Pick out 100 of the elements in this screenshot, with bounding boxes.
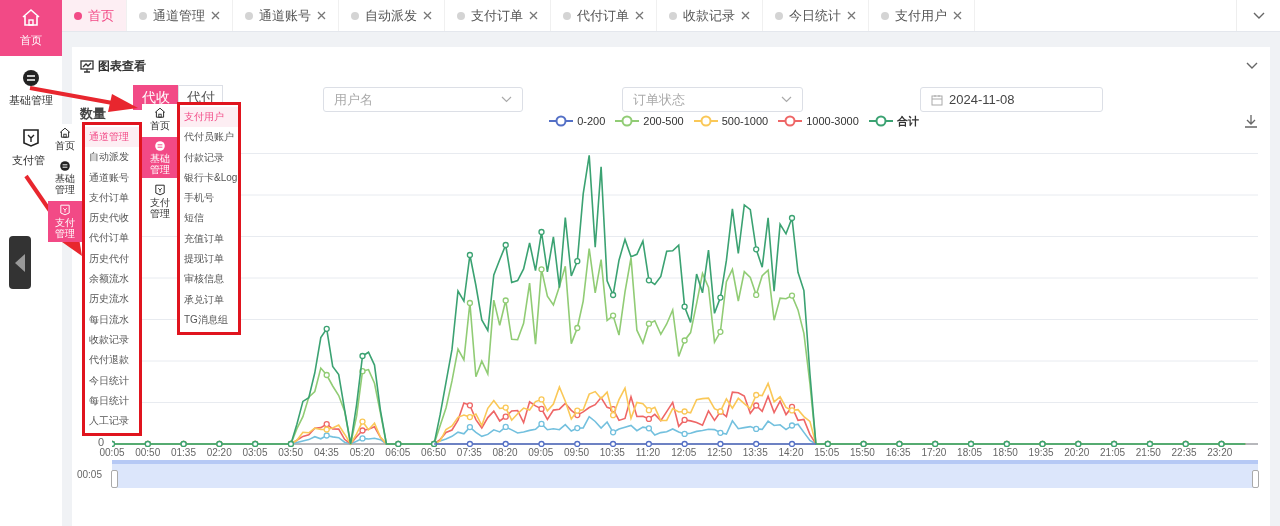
menu-item[interactable]: 审核信息 xyxy=(180,269,238,290)
slider-handle[interactable] xyxy=(1252,470,1259,488)
close-icon[interactable] xyxy=(847,11,856,20)
close-icon[interactable] xyxy=(211,11,220,20)
menu-item[interactable]: 通道账号 xyxy=(85,167,139,188)
menu-item[interactable]: 每日流水 xyxy=(85,309,139,330)
status-dot-icon xyxy=(457,11,465,20)
axis-label: 14:20 xyxy=(777,447,805,458)
tab-label: 自动派发 xyxy=(365,6,417,25)
menu-item[interactable]: 自动派发 xyxy=(85,147,139,168)
menu-item[interactable]: 付款记录 xyxy=(180,147,238,168)
legend-label[interactable]: 200-500 xyxy=(643,115,684,127)
axis-label: 12:05 xyxy=(670,447,698,458)
tab[interactable]: 今日统计 xyxy=(763,0,869,31)
legend-label[interactable]: 500-1000 xyxy=(721,115,769,127)
menu-item[interactable]: 充值订单 xyxy=(180,228,238,250)
close-icon[interactable] xyxy=(741,11,750,20)
axis-label: 06:50 xyxy=(420,447,448,458)
tab-label: 通道管理 xyxy=(153,6,205,25)
menu-item[interactable]: 承兑订单 xyxy=(180,289,238,310)
sidebar-label: 支付管 xyxy=(12,153,45,168)
axis-label: 17:20 xyxy=(920,447,948,458)
menu-item[interactable]: 历史代付 xyxy=(85,248,139,270)
menu-item[interactable]: 今日统计 xyxy=(85,370,139,391)
sidebar-label: 首页 xyxy=(55,140,75,151)
axis-label: 06:05 xyxy=(384,447,412,458)
status-dot-icon xyxy=(563,11,571,20)
sidebar-item[interactable]: 首页 xyxy=(48,124,82,154)
sidebar-label: 基础管理 xyxy=(55,173,75,195)
menu-item[interactable]: 代付订单 xyxy=(85,228,139,249)
collapse-handle[interactable] xyxy=(9,236,31,289)
menu-item[interactable]: TG消息组 xyxy=(180,309,238,331)
axis-label: 05:20 xyxy=(348,447,376,458)
tab[interactable]: 自动派发 xyxy=(339,0,445,31)
tab-label: 支付订单 xyxy=(471,6,523,25)
sidebar-item[interactable]: 基础管理 xyxy=(0,60,62,116)
home-icon xyxy=(21,8,41,28)
menu-item[interactable]: 短信 xyxy=(180,208,238,229)
menu-item[interactable]: 每日统计 xyxy=(85,390,139,412)
tab[interactable]: 支付用户 xyxy=(869,0,975,31)
range-slider[interactable] xyxy=(112,460,1258,488)
close-icon[interactable] xyxy=(953,11,962,20)
menu-item[interactable]: 人工记录 xyxy=(85,411,139,432)
menu-item[interactable]: 代付退款 xyxy=(85,350,139,371)
legend-label[interactable]: 1000-3000 xyxy=(806,115,859,127)
sidebar-item[interactable]: 基础管理 xyxy=(48,157,82,198)
sidebar-label: 基础管理 xyxy=(149,153,170,175)
legend-label[interactable]: 0-200 xyxy=(577,115,606,127)
tab[interactable]: 收款记录 xyxy=(657,0,763,31)
home-icon xyxy=(153,107,166,119)
status-dot-icon xyxy=(775,11,783,20)
menu-item[interactable]: 提现订单 xyxy=(180,249,238,270)
axis-label: 00:05 xyxy=(98,447,126,458)
axis-label: 20:20 xyxy=(1063,447,1091,458)
axis-label: 11:20 xyxy=(634,447,662,458)
menu-item[interactable]: 代付员账户 xyxy=(180,127,238,148)
close-icon[interactable] xyxy=(635,11,644,20)
slider-handle[interactable] xyxy=(111,470,118,488)
tab-label: 通道账号 xyxy=(259,6,311,25)
date-field[interactable]: 2024-11-08 xyxy=(920,87,1103,112)
download-icon[interactable] xyxy=(1244,114,1258,128)
close-icon[interactable] xyxy=(423,11,432,20)
tab-label: 首页 xyxy=(88,6,114,25)
axis-label: 03:05 xyxy=(241,447,269,458)
menu-item[interactable]: 历史代收 xyxy=(85,208,139,229)
axis-label: 08:20 xyxy=(491,447,519,458)
menu-item[interactable]: 历史流水 xyxy=(85,289,139,310)
menu-item[interactable]: 手机号 xyxy=(180,188,238,209)
sidebar-label: 基础管理 xyxy=(9,93,53,108)
tab-label: 支付用户 xyxy=(895,6,947,25)
status-dot-icon xyxy=(245,11,253,20)
axis-label: 15:05 xyxy=(813,447,841,458)
menu-item[interactable]: 收款记录 xyxy=(85,329,139,351)
tab[interactable]: 通道管理 xyxy=(127,0,233,31)
status-dot-icon xyxy=(881,11,889,20)
close-icon[interactable] xyxy=(317,11,326,20)
axis-label: 07:35 xyxy=(455,447,483,458)
axis-label: 10:35 xyxy=(598,447,626,458)
axis-label: 15:50 xyxy=(848,447,876,458)
chevron-down-icon[interactable] xyxy=(1246,62,1258,70)
sidebar-item[interactable]: 支付管理 xyxy=(142,181,177,222)
tab-label: 今日统计 xyxy=(789,6,841,25)
shield-icon xyxy=(21,128,41,148)
coin-icon xyxy=(21,68,41,88)
axis-label: 18:05 xyxy=(956,447,984,458)
status-dot-icon xyxy=(139,11,147,20)
triangle-left-icon xyxy=(14,252,26,273)
legend-label[interactable]: 合计 xyxy=(896,113,919,129)
close-icon[interactable] xyxy=(529,11,538,20)
tab[interactable]: 代付订单 xyxy=(551,0,657,31)
tab[interactable]: 通道账号 xyxy=(233,0,339,31)
chevron-down-icon xyxy=(501,96,512,103)
menu-item[interactable]: 余额流水 xyxy=(85,269,139,290)
menu-item[interactable]: 银行卡&Log xyxy=(180,167,238,189)
axis-label: 22:35 xyxy=(1170,447,1198,458)
menu-item[interactable]: 支付订单 xyxy=(85,187,139,209)
tab-label: 代付订单 xyxy=(577,6,629,25)
status-dot-icon xyxy=(351,11,359,20)
tab[interactable]: 支付订单 xyxy=(445,0,551,31)
chevron-down-icon xyxy=(1252,11,1265,20)
